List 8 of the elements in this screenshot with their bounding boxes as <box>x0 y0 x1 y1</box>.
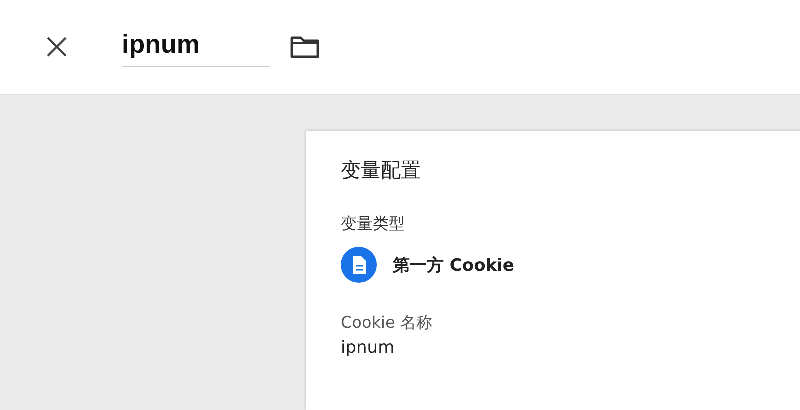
document-icon <box>341 247 377 283</box>
card-title: 变量配置 <box>341 157 422 184</box>
variable-type-name: 第一方 Cookie <box>393 254 514 276</box>
field-label: 变量类型 <box>341 214 406 235</box>
field-value: ipnum <box>341 338 396 358</box>
field-label: Cookie 名称 <box>341 313 434 334</box>
close-icon <box>46 36 68 58</box>
folder-icon[interactable] <box>290 35 320 59</box>
